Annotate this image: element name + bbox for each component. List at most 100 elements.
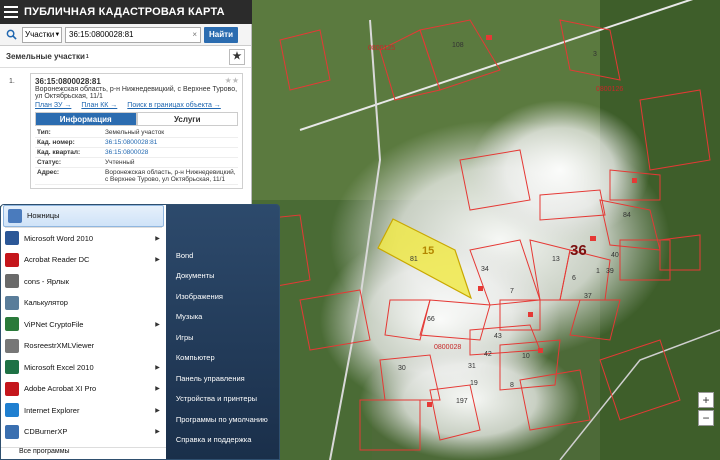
start-menu-place[interactable]: Документы	[166, 266, 279, 287]
map-label-parcel: 34	[481, 266, 489, 273]
info-value: Земельный участок	[103, 128, 238, 138]
plan-kk-link[interactable]: План КК →	[81, 102, 117, 109]
map-label-parcel: 10	[522, 353, 530, 360]
xmlviewer-icon	[5, 338, 19, 353]
zoom-control: + −	[698, 392, 714, 428]
table-row: Статус: Учтенный	[35, 157, 238, 168]
start-menu-item-label: Калькулятор	[24, 298, 68, 308]
search-bar: Участки ▼ 36:15:0800028:81 × Найти	[0, 24, 251, 46]
start-menu-place[interactable]: Изображения	[166, 286, 279, 307]
results-count: 1	[85, 53, 89, 60]
result-card[interactable]: 1. ★★ 36:15:0800028:81 Воронежская облас…	[9, 73, 243, 189]
info-key: Кад. номер:	[35, 137, 103, 148]
zoom-out-button[interactable]: −	[698, 410, 714, 426]
chevron-right-icon: ▶	[155, 407, 160, 414]
start-menu-programs: Ножницы Microsoft Word 2010 ▶ Acrobat Reade…	[1, 205, 166, 459]
favorite-star-icon[interactable]: ★★	[225, 76, 239, 85]
start-menu-item[interactable]: Acrobat Reader DC ▶	[1, 249, 166, 271]
map-label-parcel: 30	[398, 365, 406, 372]
result-tabs: Информация Услуги	[35, 112, 238, 126]
search-type-select[interactable]: Участки ▼	[22, 26, 62, 43]
start-menu-place[interactable]: Программы по умолчанию	[166, 409, 279, 430]
plan-zu-link[interactable]: План ЗУ →	[35, 102, 71, 109]
search-icon[interactable]	[2, 26, 20, 44]
map-label-parcel: 8	[510, 382, 514, 389]
search-type-value: Участки	[25, 30, 55, 39]
result-address: Воронежская область, р-н Нижнедевицкий, …	[35, 86, 238, 100]
info-key: Статус:	[35, 157, 103, 168]
info-table: Тип: Земельный участок Кад. номер: 36:15:0…	[35, 128, 238, 185]
start-menu-item-label: Microsoft Excel 2010	[24, 362, 94, 372]
start-menu-item[interactable]: ViPNet CryptoFile ▶	[1, 314, 166, 336]
start-menu-place[interactable]: Компьютер	[166, 348, 279, 369]
start-menu-item-label: Acrobat Reader DC	[24, 255, 90, 265]
all-programs-button[interactable]: Все программы	[1, 447, 166, 459]
info-value: Учтенный	[103, 157, 238, 168]
cdburner-icon	[5, 424, 19, 439]
tab-services[interactable]: Услуги	[136, 112, 238, 126]
start-menu-item[interactable]: cons - Ярлык	[1, 271, 166, 293]
map-label-parcel: 31	[468, 363, 476, 370]
map-label-selected-quarter: 15	[422, 245, 435, 257]
acrobat-pro-icon	[5, 381, 19, 396]
chevron-right-icon: ▶	[155, 386, 160, 393]
start-menu-item-label: ViPNet CryptoFile	[24, 319, 84, 329]
map-label-parcel: 37	[584, 293, 592, 300]
map-label-parcel: 6	[572, 275, 576, 282]
result-cad-number[interactable]: 36:15:0800028:81	[35, 77, 238, 86]
clear-icon[interactable]: ×	[192, 30, 197, 39]
map-label-quarter: 36	[570, 242, 587, 259]
map-label-block: 0800125	[368, 45, 396, 52]
table-row: Кад. квартал: 36:15:0800028	[35, 147, 238, 158]
map-label-parcel: 66	[427, 316, 435, 323]
hamburger-menu-icon[interactable]	[4, 6, 18, 18]
search-input[interactable]: 36:15:0800028:81 ×	[65, 26, 201, 43]
map-label-selected-parcel: 81	[410, 256, 418, 263]
start-menu-item[interactable]: Microsoft Excel 2010 ▶	[1, 357, 166, 379]
zoom-in-button[interactable]: +	[698, 392, 714, 408]
app-header: ПУБЛИЧНАЯ КАДАСТРОВАЯ КАРТА	[0, 0, 252, 24]
start-menu-item[interactable]: Internet Explorer ▶	[1, 400, 166, 422]
chevron-right-icon: ▶	[155, 364, 160, 371]
info-value[interactable]: 36:15:0800028	[103, 147, 238, 158]
map-label-parcel: 3	[593, 51, 597, 58]
start-menu-item[interactable]: CDBurnerXP ▶	[1, 421, 166, 443]
results-title: Земельные участки	[6, 52, 85, 61]
result-index: 1.	[9, 78, 15, 85]
start-menu-item[interactable]: Adobe Acrobat XI Pro ▶	[1, 378, 166, 400]
start-menu-place[interactable]: Bond	[166, 245, 279, 266]
start-menu: Ножницы Microsoft Word 2010 ▶ Acrobat Reade…	[0, 204, 280, 460]
map-label-parcel: 13	[552, 256, 560, 263]
info-value[interactable]: 36:15:0800028:81	[103, 137, 238, 148]
start-menu-place[interactable]: Устройства и принтеры	[166, 389, 279, 410]
table-row: Кад. номер: 36:15:0800028:81	[35, 137, 238, 148]
search-in-object-link[interactable]: Поиск в границах объекта →	[127, 102, 221, 109]
start-menu-item[interactable]: Microsoft Word 2010 ▶	[1, 228, 166, 250]
info-key: Адрес:	[35, 167, 103, 185]
start-menu-place[interactable]: Музыка	[166, 307, 279, 328]
map-label-parcel: 43	[494, 333, 502, 340]
start-menu-place[interactable]: Панель управления	[166, 368, 279, 389]
info-value: Воронежская область, р-н Нижнедевицкий, …	[103, 167, 238, 185]
map-label-parcel: 84	[623, 212, 631, 219]
start-menu-item[interactable]: Калькулятор	[1, 292, 166, 314]
tab-information[interactable]: Информация	[35, 112, 137, 126]
acrobat-icon	[5, 252, 19, 267]
find-button[interactable]: Найти	[204, 26, 238, 43]
map-label-block: 0800126	[596, 86, 624, 93]
chevron-down-icon: ▼	[54, 31, 61, 38]
chevron-right-icon: ▶	[155, 257, 160, 264]
app-title: ПУБЛИЧНАЯ КАДАСТРОВАЯ КАРТА	[24, 6, 225, 18]
search-input-value: 36:15:0800028:81	[69, 30, 134, 39]
start-menu-place[interactable]: Справка и поддержка	[166, 430, 279, 451]
table-row: Адрес: Воронежская область, р-н Нижнедеви…	[35, 167, 238, 185]
start-menu-place[interactable]: Игры	[166, 327, 279, 348]
map-label-parcel: 108	[452, 42, 464, 49]
start-menu-item-label: CDBurnerXP	[24, 427, 68, 437]
ie-icon	[5, 403, 19, 418]
map-label-block: 0800028	[434, 344, 462, 351]
start-menu-item[interactable]: Ножницы	[3, 205, 164, 227]
map-label-parcel: 42	[484, 351, 492, 358]
start-menu-item[interactable]: RosreestrXMLViewer	[1, 335, 166, 357]
star-icon[interactable]: ★	[229, 48, 245, 65]
